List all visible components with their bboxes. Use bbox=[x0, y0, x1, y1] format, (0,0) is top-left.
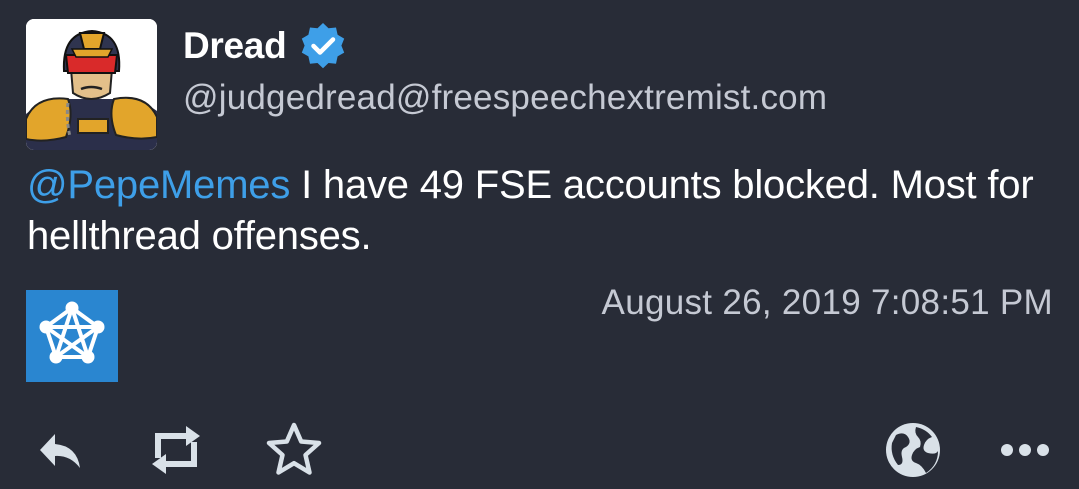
reply-button[interactable] bbox=[28, 418, 92, 482]
display-name-row: Dread bbox=[183, 22, 348, 70]
more-icon bbox=[1001, 444, 1049, 456]
status-card: Dread @judgedread@freespeechextremist.co… bbox=[0, 0, 1079, 489]
status-timestamp[interactable]: August 26, 2019 7:08:51 PM bbox=[602, 283, 1053, 323]
verified-badge-icon bbox=[302, 23, 345, 69]
account-handle[interactable]: @judgedread@freespeechextremist.com bbox=[183, 78, 827, 118]
boost-button[interactable] bbox=[144, 418, 208, 482]
judge-dredd-avatar bbox=[26, 19, 157, 150]
reply-icon bbox=[40, 434, 80, 468]
avatar[interactable] bbox=[26, 19, 157, 150]
visibility-public-icon bbox=[886, 423, 940, 477]
visibility-button[interactable] bbox=[881, 418, 945, 482]
display-name[interactable]: Dread bbox=[183, 25, 287, 67]
favourite-button[interactable] bbox=[262, 418, 326, 482]
mention-link[interactable]: @PepeMemes bbox=[27, 163, 290, 207]
favourite-icon bbox=[266, 422, 322, 475]
more-button[interactable] bbox=[993, 418, 1057, 482]
pleroma-network-icon[interactable] bbox=[26, 290, 118, 382]
boost-icon bbox=[152, 426, 200, 474]
status-content: @PepeMemes I have 49 FSE accounts blocke… bbox=[27, 160, 1047, 262]
